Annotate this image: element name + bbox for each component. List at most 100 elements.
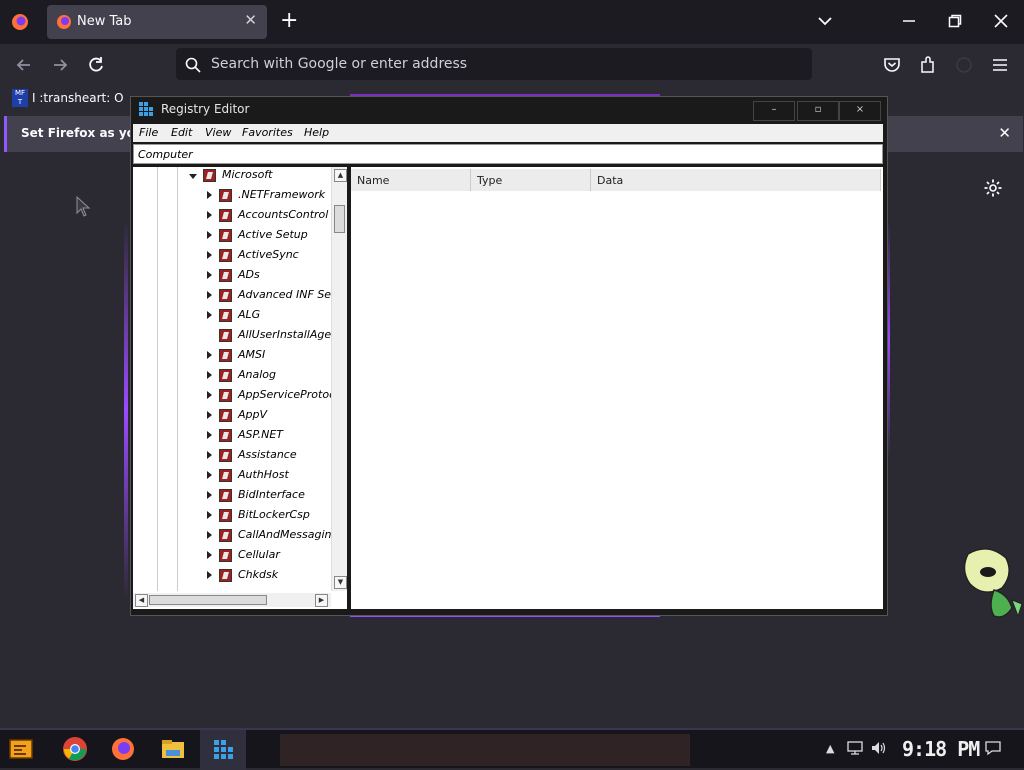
expand-arrow-icon[interactable] — [207, 391, 212, 399]
maximize-button[interactable]: ▫ — [797, 101, 839, 121]
menu-view[interactable]: View — [205, 126, 231, 139]
tree-node[interactable]: AppServiceProtoc — [133, 387, 331, 407]
expand-arrow-icon[interactable] — [207, 231, 212, 239]
volume-icon[interactable] — [870, 740, 888, 756]
gear-icon[interactable] — [983, 178, 1003, 198]
expand-arrow-icon[interactable] — [207, 311, 212, 319]
reload-icon[interactable] — [86, 55, 106, 75]
tree-node[interactable]: Advanced INF Se — [133, 287, 331, 307]
close-tab-icon[interactable]: ✕ — [244, 11, 257, 29]
menu-help[interactable]: Help — [304, 126, 329, 139]
close-window-icon[interactable] — [994, 14, 1008, 28]
scroll-down-arrow-icon[interactable]: ▼ — [334, 576, 347, 589]
horizontal-scroll-thumb[interactable] — [149, 595, 267, 605]
file-explorer-icon[interactable] — [160, 736, 186, 762]
scroll-right-arrow-icon[interactable]: ▶ — [315, 594, 328, 607]
tree-node[interactable]: AppV — [133, 407, 331, 427]
restore-icon[interactable] — [948, 14, 962, 28]
tree-node-microsoft[interactable]: Microsoft — [133, 167, 331, 187]
expanded-arrow-icon[interactable] — [189, 174, 197, 179]
tree-node[interactable]: Active Setup — [133, 227, 331, 247]
tree-node-label: Analog — [238, 368, 277, 381]
menu-file[interactable]: File — [139, 126, 158, 139]
firefox-taskbar-icon[interactable] — [110, 736, 136, 762]
expand-arrow-icon[interactable] — [207, 431, 212, 439]
hamburger-menu-icon[interactable] — [990, 55, 1010, 75]
tree-node[interactable]: Analog — [133, 367, 331, 387]
menu-bar: File Edit View Favorites Help — [133, 124, 883, 142]
taskbar-clock[interactable]: 9:18 PM — [902, 737, 980, 761]
expand-arrow-icon[interactable] — [207, 191, 212, 199]
menu-edit[interactable]: Edit — [171, 126, 192, 139]
minimize-button[interactable]: – — [753, 101, 795, 121]
tree-node[interactable]: .NETFramework — [133, 187, 331, 207]
tree-node-label: AuthHost — [238, 468, 289, 481]
tree-node-label: ActiveSync — [238, 248, 299, 261]
expand-arrow-icon[interactable] — [207, 211, 212, 219]
new-tab-button[interactable]: + — [280, 8, 298, 34]
tree-node-label: AMSI — [238, 348, 266, 361]
tree-node-label: Advanced INF Se — [238, 288, 331, 301]
chevron-up-icon[interactable]: ▲ — [826, 742, 834, 755]
expand-arrow-icon[interactable] — [207, 471, 212, 479]
expand-arrow-icon[interactable] — [207, 511, 212, 519]
network-icon[interactable] — [846, 740, 864, 756]
decorative-line — [124, 220, 128, 600]
forward-arrow-icon[interactable] — [50, 55, 70, 75]
address-field[interactable]: Computer — [133, 144, 883, 164]
tree-node[interactable]: AccountsControl — [133, 207, 331, 227]
bookmark-item[interactable]: I :transheart: O — [32, 91, 124, 105]
column-header-name[interactable]: Name — [351, 169, 471, 191]
expand-arrow-icon[interactable] — [207, 351, 212, 359]
menu-favorites[interactable]: Favorites — [242, 126, 293, 139]
tab-new-tab[interactable]: New Tab ✕ — [47, 5, 267, 39]
scroll-thumb[interactable] — [334, 205, 345, 233]
address-bar[interactable]: Search with Google or enter address — [176, 48, 812, 80]
notification-center-icon[interactable] — [984, 740, 1002, 756]
extensions-icon[interactable] — [918, 55, 938, 75]
column-header-data[interactable]: Data — [591, 169, 881, 191]
window-titlebar[interactable]: Registry Editor – ▫ × — [131, 97, 887, 123]
expand-arrow-icon[interactable] — [207, 251, 212, 259]
tree-node[interactable]: BitLockerCsp — [133, 507, 331, 527]
tree-node[interactable]: CallAndMessaging — [133, 527, 331, 547]
tree-node[interactable]: AMSI — [133, 347, 331, 367]
expand-arrow-icon[interactable] — [207, 271, 212, 279]
vertical-scrollbar[interactable]: ▲ ▼ — [331, 167, 347, 591]
back-arrow-icon[interactable] — [14, 55, 34, 75]
pocket-icon[interactable] — [882, 55, 902, 75]
firefox-view-icon[interactable] — [10, 12, 30, 32]
expand-arrow-icon[interactable] — [207, 531, 212, 539]
tree-node[interactable]: ADs — [133, 267, 331, 287]
tree-node[interactable]: Assistance — [133, 447, 331, 467]
close-notification-icon[interactable]: ✕ — [998, 124, 1011, 142]
tree-node[interactable]: ASP.NET — [133, 427, 331, 447]
expand-arrow-icon[interactable] — [207, 451, 212, 459]
registry-editor-taskbar-icon[interactable] — [210, 736, 236, 762]
scroll-left-arrow-icon[interactable]: ◀ — [135, 594, 148, 607]
tree-node[interactable]: BidInterface — [133, 487, 331, 507]
chevron-down-icon[interactable] — [816, 12, 834, 30]
close-button[interactable]: × — [839, 101, 881, 121]
tree-node[interactable]: Cellular — [133, 547, 331, 567]
horizontal-scrollbar[interactable]: ◀ ▶ — [133, 593, 331, 607]
expand-arrow-icon[interactable] — [207, 371, 212, 379]
expand-arrow-icon[interactable] — [207, 491, 212, 499]
account-icon[interactable] — [954, 55, 974, 75]
scroll-up-arrow-icon[interactable]: ▲ — [334, 169, 347, 182]
tree-node[interactable]: AllUserInstallAge — [133, 327, 331, 347]
expand-arrow-icon[interactable] — [207, 571, 212, 579]
expand-arrow-icon[interactable] — [207, 411, 212, 419]
tree-node[interactable]: AuthHost — [133, 467, 331, 487]
expand-arrow-icon[interactable] — [207, 291, 212, 299]
tree-node[interactable]: Chkdsk — [133, 567, 331, 587]
tree-node[interactable]: ALG — [133, 307, 331, 327]
start-button-icon[interactable] — [8, 736, 34, 762]
tree-node[interactable]: ActiveSync — [133, 247, 331, 267]
expand-arrow-icon[interactable] — [207, 551, 212, 559]
minimize-icon[interactable] — [902, 14, 916, 28]
folder-icon — [219, 349, 232, 362]
column-header-type[interactable]: Type — [471, 169, 591, 191]
search-icon — [185, 57, 201, 73]
chrome-icon[interactable] — [62, 736, 88, 762]
